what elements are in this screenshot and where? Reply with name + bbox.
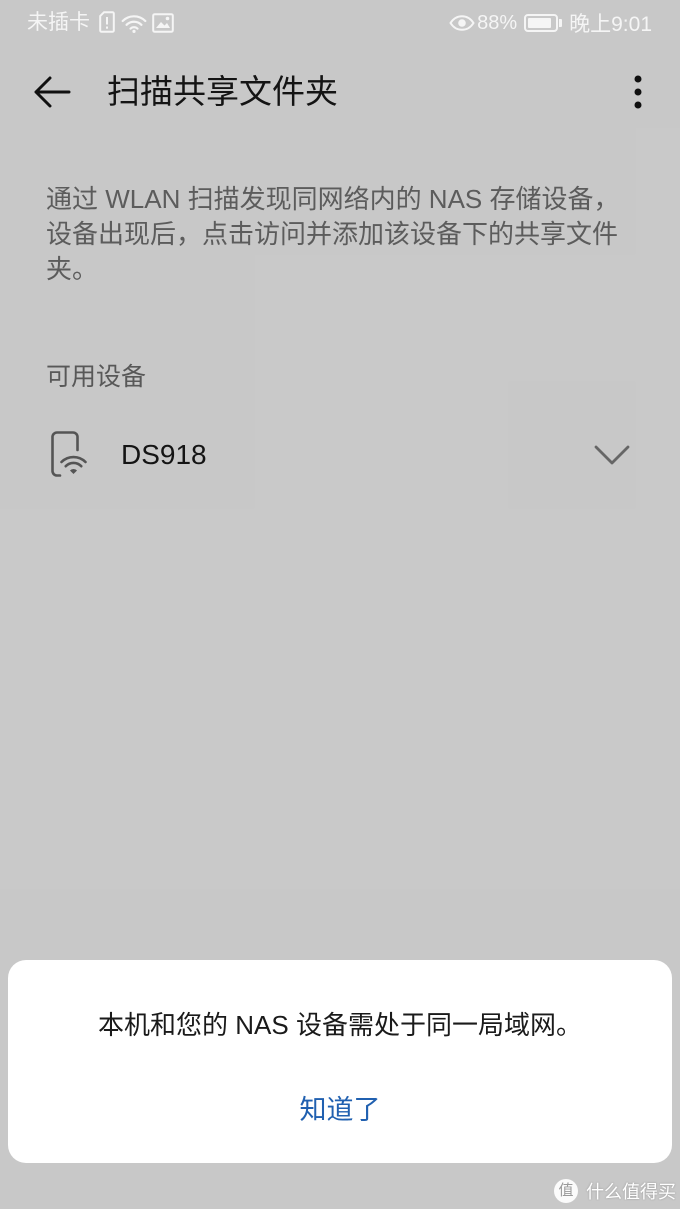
- dialog-message: 本机和您的 NAS 设备需处于同一局域网。: [98, 1010, 582, 1040]
- screen: 扫描共享文件夹 通过 WLAN 扫描发现同网络内的 NAS 存储设备，设备出现后…: [0, 0, 680, 1209]
- sim-alert-icon: [99, 11, 115, 33]
- wifi-icon: [121, 15, 147, 33]
- alert-dialog: 本机和您的 NAS 设备需处于同一局域网。 知道了: [8, 960, 672, 1163]
- image-icon: [152, 13, 174, 33]
- carrier-label: 未插卡: [27, 11, 90, 34]
- battery-nub: [559, 19, 563, 27]
- clock: 晚上9:01: [569, 13, 652, 36]
- watermark-text: 什么值得买: [586, 1182, 676, 1202]
- status-bar-right: 88% 晚上9:01: [449, 0, 652, 46]
- battery-fill: [528, 18, 551, 28]
- eye-icon: [449, 15, 475, 31]
- battery-percent: 88%: [477, 11, 518, 34]
- watermark: 值 什么值得买: [554, 1177, 676, 1205]
- battery-icon: [524, 14, 563, 32]
- status-bar: 未插卡 88% 晚上9:01: [0, 0, 680, 46]
- dialog-confirm-button[interactable]: 知道了: [230, 1082, 450, 1138]
- watermark-logo: 值: [554, 1179, 578, 1203]
- battery-body: [524, 14, 559, 32]
